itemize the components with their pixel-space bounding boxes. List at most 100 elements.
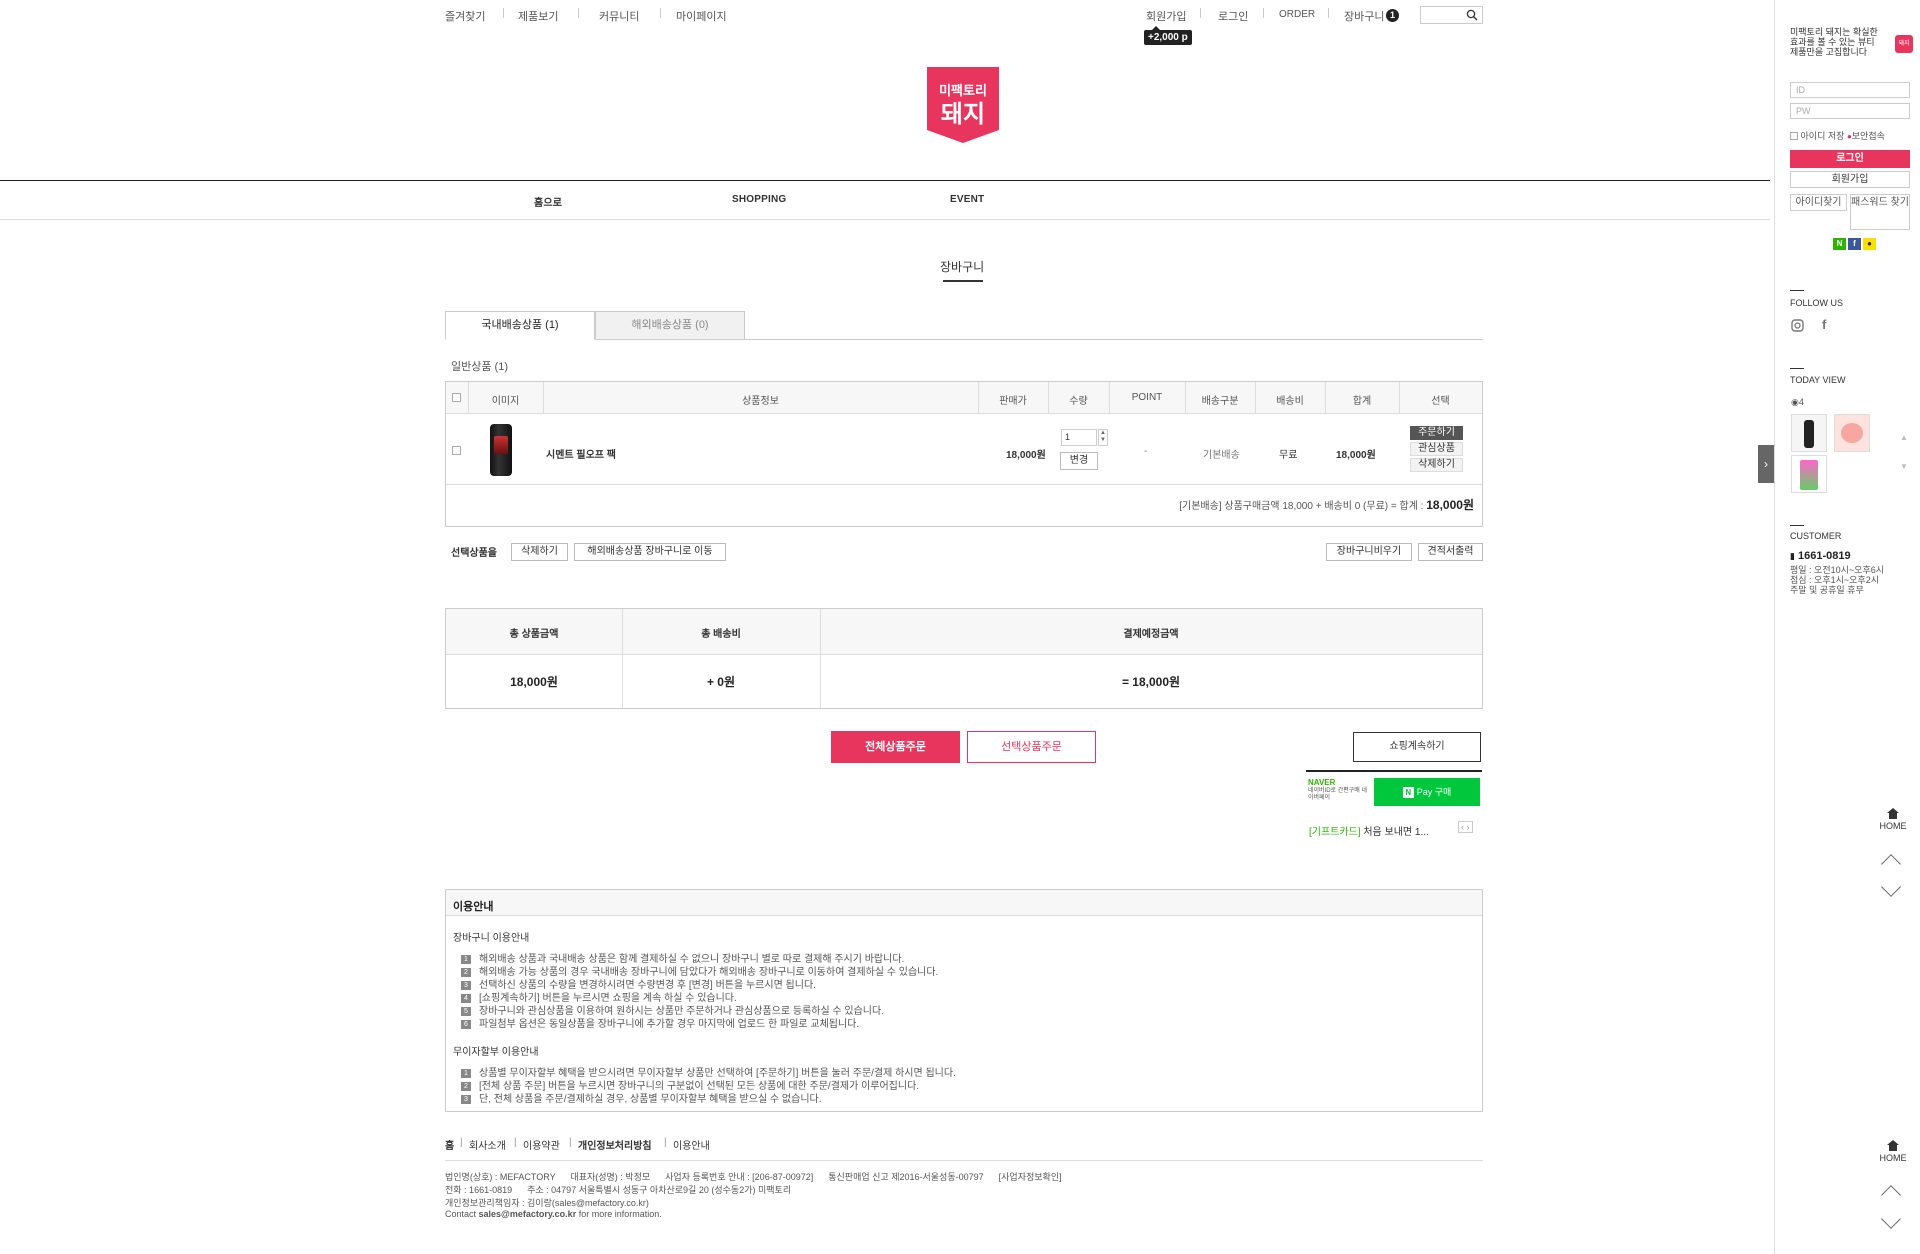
delete-selected-button[interactable]: 삭제하기 — [511, 543, 568, 561]
home-button[interactable]: HOME — [1878, 1140, 1908, 1163]
naver-pay-button[interactable]: N Pay 구매 — [1374, 778, 1480, 806]
news-nav-arrows[interactable]: ‹ › — [1458, 821, 1473, 833]
footer-terms[interactable]: 이용약관 — [523, 1137, 560, 1152]
continue-shopping-button[interactable]: 쇼핑계속하기 — [1353, 732, 1481, 762]
order-all-button[interactable]: 전체상품주문 — [831, 731, 960, 763]
customer-title: CUSTOMER — [1790, 531, 1842, 541]
side-panel-border — [1774, 0, 1775, 1254]
side-join-button[interactable]: 회원가입 — [1790, 171, 1910, 188]
quantity-stepper[interactable]: ▲ ▼ — [1098, 429, 1108, 446]
scroll-down-icon[interactable] — [1881, 877, 1901, 897]
order-item-button[interactable]: 주문하기 — [1410, 426, 1463, 440]
naver-pay-news[interactable]: [기프트카드] 처음 보내면 1... — [1309, 823, 1429, 838]
home-button[interactable]: HOME — [1878, 808, 1908, 831]
gnb-top-line — [0, 180, 1770, 181]
col-shiptype: 배송구분 — [1201, 396, 1239, 407]
home-icon — [1887, 808, 1899, 819]
product-total: 18,000원 — [1336, 450, 1376, 461]
usage-guide-title: 이용안내 — [446, 890, 1482, 916]
kakao-icon[interactable]: ● — [1863, 238, 1876, 250]
empty-cart-button[interactable]: 장바구니비우기 — [1326, 543, 1412, 561]
recent-item-thumb[interactable] — [1834, 414, 1870, 452]
side-panel-intro: 미팩토리 돼지는 확실한 효과를 볼 수 있는 뷰티 제품만을 고집합니다 — [1790, 27, 1878, 57]
divider: | — [569, 1137, 572, 1148]
divider — [1790, 368, 1804, 369]
customer-hours: 평일 : 오전10시~오후6시 점심 : 오후1시~오후2시 주말 및 공휴일 … — [1790, 565, 1885, 595]
tab-domestic[interactable]: 국내배송상품 (1) — [445, 311, 595, 340]
find-password-button[interactable]: 패스워드 찾기 — [1850, 194, 1910, 230]
divider — [820, 609, 821, 708]
news-tag: [기프트카드] — [1309, 827, 1361, 838]
naver-pay-box: NAVER 네이버ID로 간편구매 네이버페이 N Pay 구매 — [1306, 770, 1482, 812]
search-input[interactable] — [1420, 6, 1483, 24]
tab-overseas[interactable]: 해외배송상품 (0) — [595, 311, 745, 340]
table-header: 이미지 상품정보 판매가 수량 POINT 배송구분 배송비 합계 선택 — [446, 382, 1482, 414]
quantity-change-button[interactable]: 변경 — [1060, 452, 1098, 470]
phone-icon: ▮ — [1790, 551, 1795, 561]
contact-email-link[interactable]: sales@mefactory.co.kr — [479, 1209, 577, 1219]
footer-about[interactable]: 회사소개 — [469, 1137, 506, 1152]
logo-text-main: 돼지 — [941, 100, 985, 128]
nav-favorites[interactable]: 즐겨찾기 — [445, 8, 485, 24]
recent-down-icon[interactable]: ▼ — [1900, 462, 1908, 471]
facebook-icon[interactable]: f — [1848, 238, 1861, 250]
scroll-down-icon[interactable] — [1881, 1209, 1901, 1229]
print-estimate-button[interactable]: 견적서출력 — [1418, 543, 1483, 561]
side-login-button[interactable]: 로그인 — [1790, 150, 1910, 168]
row-checkbox[interactable] — [452, 446, 461, 455]
cart-summary-total: 18,000원 — [1426, 498, 1474, 512]
search-icon[interactable] — [1466, 9, 1478, 21]
scroll-up-icon[interactable] — [1881, 1185, 1901, 1205]
usage-guide: 이용안내 장바구니 이용안내 1 해외배송 상품과 국내배송 상품은 함께 결제하… — [445, 889, 1483, 1112]
select-all-checkbox[interactable] — [452, 393, 461, 402]
nav-mypage[interactable]: 마이페이지 — [676, 8, 727, 24]
find-id-button[interactable]: 아이디찾기 — [1790, 194, 1847, 211]
side-id-input[interactable]: ID — [1790, 82, 1910, 98]
product-thumbnail[interactable] — [490, 424, 512, 476]
recent-item-thumb[interactable] — [1791, 414, 1827, 452]
order-selected-button[interactable]: 선택상품주문 — [967, 731, 1096, 763]
naver-icon[interactable]: N — [1833, 238, 1846, 250]
nav-join[interactable]: 회원가입 — [1146, 8, 1186, 24]
quantity-input[interactable]: 1 — [1061, 429, 1097, 446]
side-pw-input[interactable]: PW — [1790, 103, 1910, 119]
gnb-shopping[interactable]: SHOPPING — [732, 194, 786, 205]
footer-privacy[interactable]: 개인정보처리방침 — [578, 1137, 652, 1152]
nav-cart[interactable]: 장바구니 — [1344, 8, 1384, 24]
instagram-icon[interactable] — [1791, 319, 1804, 332]
cart-guide-title: 장바구니 이용안내 — [453, 933, 530, 944]
side-panel-toggle[interactable]: › — [1758, 445, 1774, 483]
col-point: POINT — [1131, 392, 1163, 403]
nav-order[interactable]: ORDER — [1279, 9, 1315, 20]
save-id-checkbox[interactable] — [1790, 132, 1798, 140]
col-info: 상품정보 — [742, 396, 779, 407]
nav-products[interactable]: 제품보기 — [518, 8, 558, 24]
naver-logo: NAVER — [1308, 778, 1336, 787]
divider: | — [514, 1137, 517, 1148]
brand-logo[interactable]: 미팩토리 돼지 — [927, 67, 999, 143]
scroll-up-icon[interactable] — [1881, 854, 1901, 874]
nav-community[interactable]: 커뮤니티 — [599, 8, 639, 24]
follow-us-title: FOLLOW US — [1790, 298, 1844, 308]
recent-item-thumb[interactable] — [1791, 455, 1827, 493]
page-title: 장바구니 — [940, 260, 985, 274]
gnb-home[interactable]: 홈으로 — [534, 194, 562, 209]
footer-guide[interactable]: 이용안내 — [673, 1137, 710, 1152]
recent-up-icon[interactable]: ▲ — [1900, 433, 1908, 442]
divider — [622, 609, 623, 708]
divider — [1790, 290, 1804, 291]
footer-divider — [445, 1160, 1483, 1161]
nav-login[interactable]: 로그인 — [1218, 8, 1248, 24]
guide-line: 6 파일첨부 옵션은 동일상품을 장바구니에 추가할 경우 마지막에 업로드 한 … — [461, 1015, 859, 1030]
footer-home[interactable]: 홈 — [445, 1137, 454, 1152]
top-utility-bar: 즐겨찾기 제품보기 커뮤니티 마이페이지 회원가입 로그인 ORDER 장바구니 — [0, 0, 1770, 30]
wishlist-button[interactable]: 관심상품 — [1410, 442, 1463, 456]
home-icon — [1887, 1140, 1899, 1151]
delete-item-button[interactable]: 삭제하기 — [1410, 458, 1463, 472]
save-id-row: 아이디 저장 ●보안접속 — [1790, 129, 1885, 142]
gnb-event[interactable]: EVENT — [950, 194, 984, 205]
product-name[interactable]: 시멘트 필오프 팩 — [546, 446, 616, 461]
move-overseas-button[interactable]: 해외배송상품 장바구니로 이동 — [574, 543, 726, 561]
secure-login-label[interactable]: 보안접속 — [1852, 131, 1885, 141]
facebook-follow-icon[interactable]: f — [1822, 317, 1826, 332]
